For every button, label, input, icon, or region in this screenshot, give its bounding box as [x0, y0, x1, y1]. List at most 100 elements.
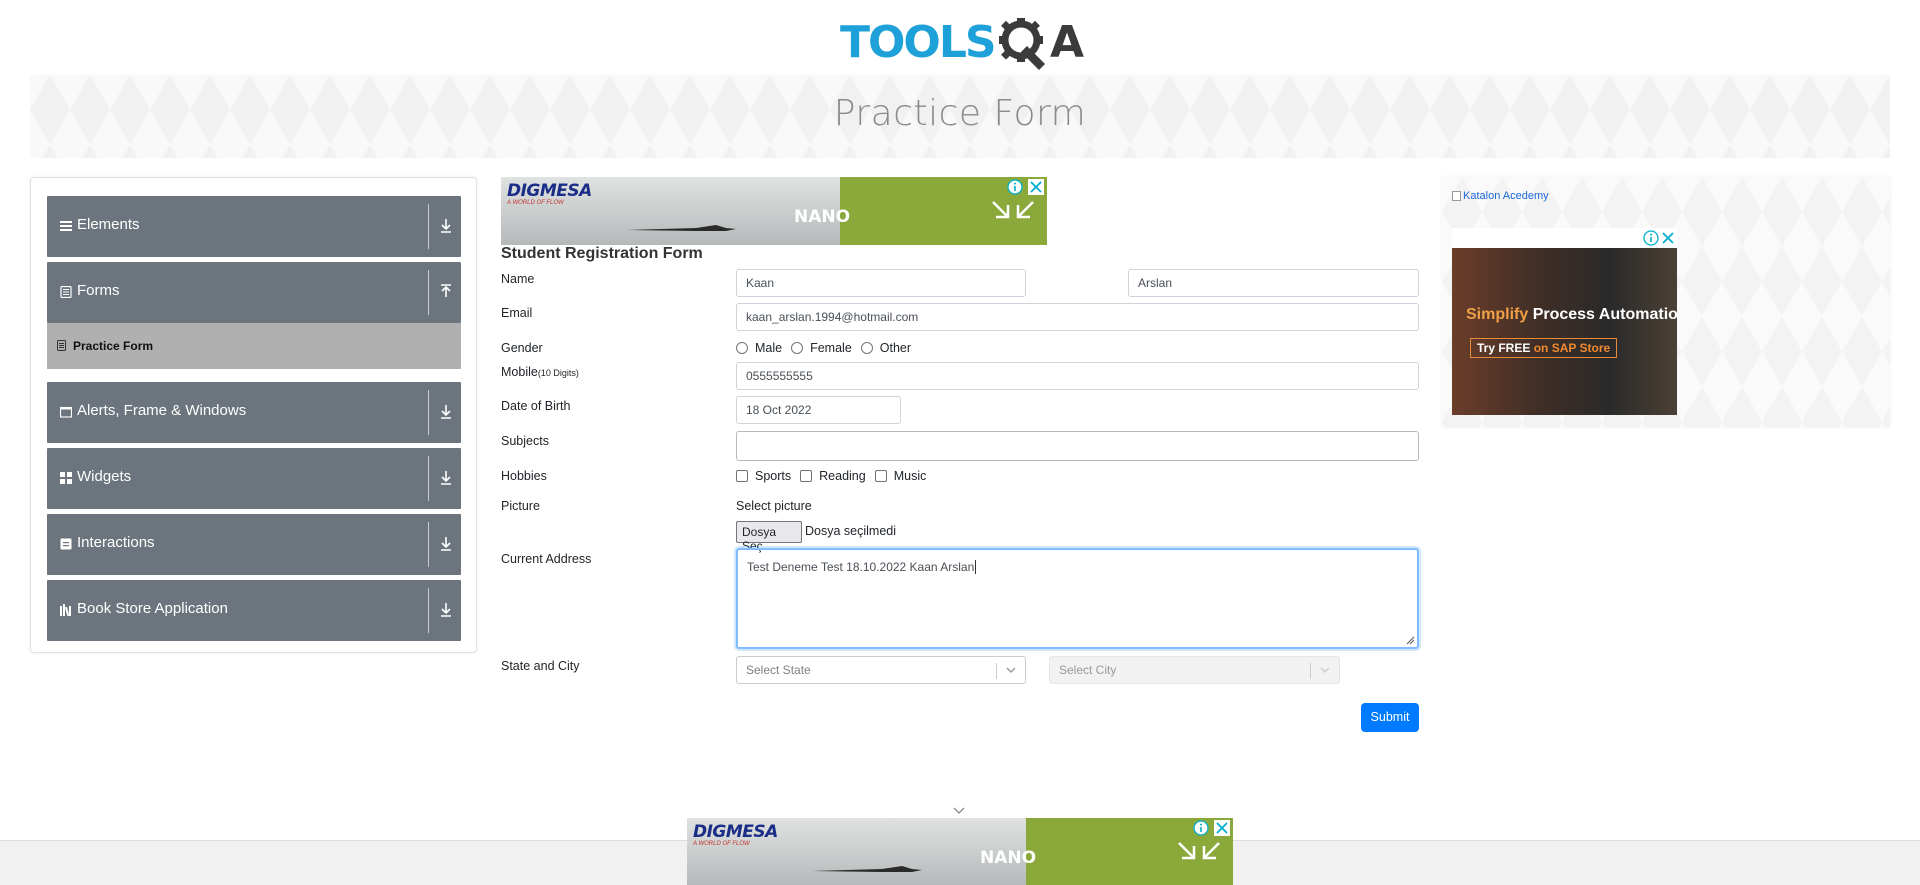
- subjects-input[interactable]: [736, 431, 1419, 461]
- ad-tagline: A WORLD OF FLOW: [693, 841, 750, 847]
- option-label: Male: [755, 341, 783, 355]
- sidebar: Elements Forms Practice Form Alerts, Fra…: [30, 177, 477, 653]
- divider: [428, 456, 429, 501]
- gender-option-male[interactable]: Male: [736, 341, 782, 355]
- email-input[interactable]: kaan_arslan.1994@hotmail.com: [736, 303, 1419, 331]
- jet-icon: [812, 866, 922, 872]
- email-label: Email: [501, 306, 533, 320]
- ad-headline-rest: Process Automation: [1532, 306, 1677, 323]
- katalon-academy-link[interactable]: Katalon Acedemy: [1452, 190, 1549, 202]
- state-select[interactable]: Select State: [736, 656, 1026, 684]
- svg-text:TOOLS: TOOLS: [840, 17, 995, 68]
- ad-product: NANO: [794, 207, 851, 227]
- ad-brand: DIGMESA: [507, 181, 592, 201]
- download-arrow-icon: [441, 405, 451, 419]
- hobby-option-reading[interactable]: Reading: [800, 469, 866, 483]
- chevron-down-icon[interactable]: [953, 807, 965, 815]
- last-name-input[interactable]: Arslan: [1128, 269, 1419, 297]
- submit-button[interactable]: Submit: [1361, 703, 1419, 732]
- dob-label: Date of Birth: [501, 399, 571, 413]
- name-label: Name: [501, 272, 535, 286]
- radio-button[interactable]: [791, 342, 804, 354]
- sidebar-group-alerts[interactable]: Alerts, Frame & Windows: [47, 382, 461, 443]
- radio-button[interactable]: [736, 342, 748, 354]
- download-arrow-icon: [441, 537, 451, 551]
- ad-close-icon[interactable]: [1214, 820, 1230, 836]
- ad-close-icon[interactable]: [1660, 230, 1676, 246]
- books-icon: [60, 604, 71, 616]
- city-select[interactable]: Select City: [1049, 656, 1340, 684]
- ad-cta-main: Try FREE: [1477, 341, 1531, 355]
- mobile-input[interactable]: 0555555555: [736, 362, 1419, 390]
- form-title: Student Registration Form: [501, 245, 703, 262]
- sidebar-item-label: Practice Form: [73, 339, 154, 353]
- option-label: Female: [810, 341, 852, 355]
- ad-tagline: A WORLD OF FLOW: [507, 200, 564, 206]
- ad-info-icon[interactable]: [1193, 820, 1209, 836]
- sidebar-group-widgets[interactable]: Widgets: [47, 448, 461, 509]
- download-arrow-icon: [441, 219, 451, 233]
- hobbies-checkbox-group: Sports Reading Music: [736, 469, 935, 483]
- top-advertisement[interactable]: DIGMESA A WORLD OF FLOW NANO: [501, 177, 1047, 245]
- resize-handle-icon[interactable]: [1406, 636, 1415, 645]
- svg-text:A: A: [1050, 17, 1084, 68]
- sidebar-item-practice-form[interactable]: Practice Form: [47, 323, 461, 369]
- sidebar-group-label: Book Store Application: [77, 600, 228, 617]
- list-icon: [60, 221, 72, 231]
- download-arrow-icon: [441, 603, 451, 617]
- gender-option-other[interactable]: Other: [860, 341, 911, 355]
- sidebar-group-label: Forms: [77, 282, 120, 299]
- sidebar-group-label: Alerts, Frame & Windows: [77, 402, 247, 419]
- ad-cta-button[interactable]: Try FREE on SAP Store: [1470, 338, 1618, 358]
- gender-label: Gender: [501, 341, 543, 355]
- first-name-input[interactable]: Kaan: [736, 269, 1026, 297]
- chevron-down-icon: [1320, 667, 1330, 674]
- checkbox[interactable]: [800, 470, 813, 482]
- ad-background: [1452, 248, 1677, 415]
- sidebar-group-interactions[interactable]: Interactions: [47, 514, 461, 575]
- download-arrow-icon: [441, 471, 451, 485]
- ad-brand: DIGMESA: [693, 822, 778, 842]
- divider: [428, 204, 429, 249]
- current-address-textarea[interactable]: Test Deneme Test 18.10.2022 Kaan Arslan: [736, 548, 1419, 649]
- ad-headline-accent: Simplify: [1466, 306, 1529, 323]
- file-choose-button[interactable]: Dosya Seç: [736, 521, 802, 553]
- mobile-label: Mobile(10 Digits): [501, 365, 579, 379]
- sidebar-group-book-store[interactable]: Book Store Application: [47, 580, 461, 641]
- upload-arrow-icon: [441, 284, 451, 297]
- hobby-option-sports[interactable]: Sports: [736, 469, 791, 483]
- radio-button[interactable]: [860, 342, 873, 354]
- ad-headline: Simplify Process Automation: [1466, 306, 1677, 324]
- sap-advertisement[interactable]: Simplify Process Automation Try FREE on …: [1452, 228, 1677, 415]
- sidebar-group-label: Interactions: [77, 534, 155, 551]
- katalon-link-text: Katalon Acedemy: [1463, 190, 1549, 202]
- subjects-label: Subjects: [501, 434, 549, 448]
- ad-close-icon[interactable]: [1028, 179, 1044, 195]
- hobbies-label: Hobbies: [501, 469, 547, 483]
- picture-label: Picture: [501, 499, 540, 513]
- interaction-icon: [60, 538, 72, 550]
- mobile-hint: (10 Digits): [537, 368, 579, 378]
- option-label: Reading: [819, 469, 866, 483]
- sidebar-group-elements[interactable]: Elements: [47, 196, 461, 257]
- window-icon: [60, 406, 72, 418]
- page-banner: Practice Form: [30, 75, 1890, 158]
- sidebar-group-label: Widgets: [77, 468, 132, 485]
- hobby-option-music[interactable]: Music: [874, 469, 926, 483]
- divider: [428, 390, 429, 435]
- sidebar-group-forms[interactable]: Forms: [47, 262, 461, 323]
- checkbox[interactable]: [874, 470, 887, 482]
- bottom-advertisement[interactable]: DIGMESA A WORLD OF FLOW NANO: [687, 818, 1233, 885]
- ad-info-icon[interactable]: [1007, 179, 1023, 195]
- gender-option-female[interactable]: Female: [791, 341, 852, 355]
- divider: [428, 270, 429, 315]
- dob-input[interactable]: 18 Oct 2022: [736, 396, 901, 424]
- ad-info-icon[interactable]: [1643, 230, 1659, 246]
- collapse-arrows-icon: [1178, 842, 1220, 860]
- divider: [428, 522, 429, 567]
- checkbox[interactable]: [736, 470, 748, 482]
- chevron-down-icon: [1006, 667, 1016, 674]
- address-text: Test Deneme Test 18.10.2022 Kaan Arslan: [747, 560, 975, 574]
- toolsqa-logo[interactable]: TOOLS A: [840, 12, 1084, 70]
- broken-image-icon: [1452, 191, 1461, 201]
